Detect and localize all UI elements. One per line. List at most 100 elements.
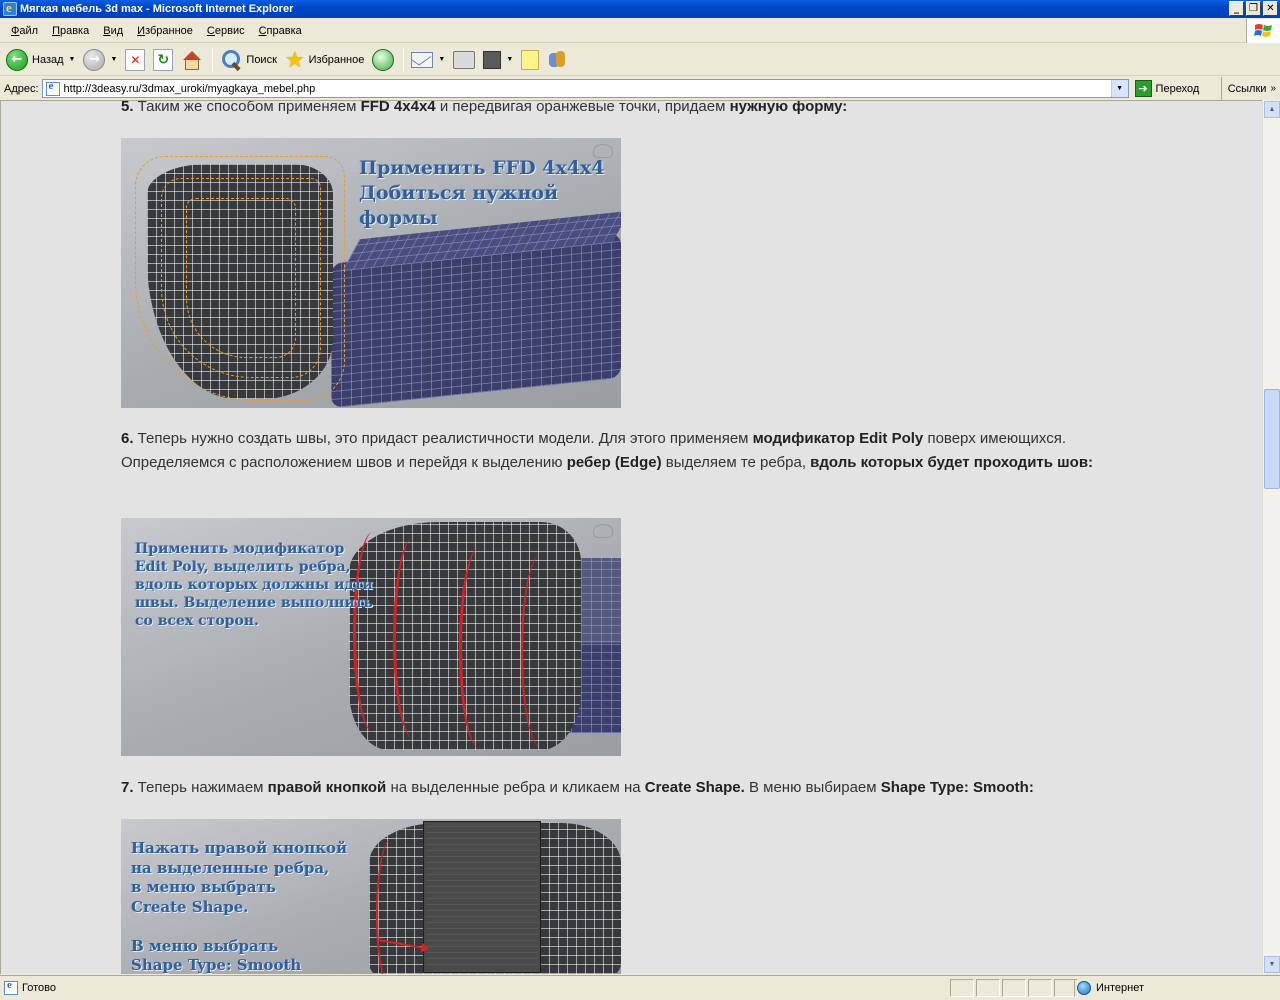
minimize-button[interactable]: _ [1229,1,1244,16]
seam-line [521,554,561,748]
messenger-button[interactable] [544,46,570,74]
address-bar: Адрес: http://3deasy.ru/3dmax_uroki/myag… [0,77,1280,100]
back-arrow-icon: ← [6,48,28,71]
go-label: Переход [1155,82,1200,95]
edit-button[interactable]: ▼ [480,46,516,74]
note-icon [521,49,540,70]
dropdown-arrow-icon[interactable]: ▼ [438,56,445,63]
home-button[interactable] [178,46,206,74]
menu-help[interactable]: Справка [252,25,309,37]
refresh-button[interactable]: ↻ [150,46,176,74]
messenger-icon [547,49,567,71]
dropdown-arrow-icon[interactable]: ▼ [110,56,117,63]
discuss-button[interactable] [518,46,542,74]
links-button[interactable]: Ссылки » [1220,77,1280,100]
mail-icon [411,51,434,68]
back-label: Назад [32,53,64,66]
close-button[interactable]: ✕ [1263,1,1278,16]
refresh-icon: ↻ [153,48,174,71]
dropdown-arrow-icon[interactable]: ▼ [69,56,76,63]
step5-text: 5. Таким же способом применяем FFD 4x4x4… [121,100,1131,119]
step7-number: 7. [121,779,134,796]
menu-favorites[interactable]: Избранное [130,25,200,37]
print-button[interactable] [450,46,478,74]
zone-label: Интернет [1096,982,1144,994]
vertical-scrollbar[interactable]: ▲ ▼ [1262,100,1280,974]
text-span: В меню выбираем [744,779,881,796]
mail-button[interactable]: ▼ [408,46,448,74]
text-span: выделяем те ребра, [661,454,811,471]
favorites-label: Избранное [308,53,365,66]
printer-icon [453,50,476,69]
step7-text: 7. Теперь нажимаем правой кнопкой на выд… [121,776,1131,800]
image-caption: Нажать правой кнопкой на выделенные ребр… [131,839,348,974]
status-panes [950,979,1080,997]
scroll-thumb[interactable] [1264,389,1280,489]
address-dropdown-icon[interactable]: ▼ [1110,80,1128,97]
toolbar-separator [403,47,405,72]
menu-view[interactable]: Вид [96,25,130,37]
context-menu[interactable] [423,821,541,973]
favorites-button[interactable]: ★ Избранное [282,46,367,74]
menu-edit[interactable]: Правка [45,25,96,37]
menu-file[interactable]: Файл [4,25,45,37]
menu-tools[interactable]: Сервис [200,25,252,37]
image-caption: Применить FFD 4x4x4 Добиться нужной форм… [359,157,605,229]
max-logo-icon [593,524,613,538]
status-bar: Готово Интернет [0,975,1280,1000]
url-text[interactable]: http://3deasy.ru/3dmax_uroki/myagkaya_me… [64,83,316,95]
go-button[interactable]: ➔ Переход [1134,80,1200,97]
status-pane [950,979,974,997]
text-span: Теперь нажимаем [133,779,268,796]
bold-span: FFD 4x4x4 [360,100,436,115]
home-icon [181,49,203,71]
standard-toolbar: ← Назад ▼ → ▼ ✕ ↻ Поиск ★ Избранное ▼ ▼ [0,44,1280,76]
text-span: Таким же способом применяем [133,100,361,115]
status-pane [976,979,1000,997]
status-pane [1028,979,1052,997]
bold-span: вдоль которых будет проходить шов: [810,454,1094,471]
seam-line [393,538,433,738]
media-button[interactable] [369,46,397,74]
go-arrow-icon: ➔ [1134,80,1152,97]
maximize-button[interactable]: ❐ [1246,1,1261,16]
star-icon: ★ [284,46,305,72]
page-icon [45,80,60,96]
ffd-lattice [186,198,296,358]
status-pane [1002,979,1026,997]
status-text: Готово [22,982,56,994]
menu-rows [426,824,538,970]
address-input[interactable]: http://3deasy.ru/3dmax_uroki/myagkaya_me… [41,79,1129,98]
text-span: и передвигая оранжевые точки, придаем [435,100,730,115]
search-button[interactable]: Поиск [217,46,279,74]
bold-span: ребер (Edge) [566,454,662,471]
ie-icon [3,0,17,16]
seam-line [459,548,499,748]
text-span: Теперь нужно создать швы, это придаст ре… [133,430,753,447]
forward-button[interactable]: → ▼ [80,46,120,74]
back-button[interactable]: ← Назад ▼ [3,46,78,74]
dropdown-arrow-icon[interactable]: ▼ [506,56,513,63]
bold-span: Create Shape. [644,779,745,796]
address-label: Адрес: [4,82,39,95]
forward-arrow-icon: → [83,48,106,71]
tutorial-image-ffd: Применить FFD 4x4x4 Добиться нужной форм… [121,138,621,408]
text-span: на выделенные ребра и кликаем на [386,779,645,796]
bold-span: Shape Type: Smooth: [880,779,1034,796]
search-icon [220,49,242,71]
tutorial-image-create-shape: Нажать правой кнопкой на выделенные ребр… [121,819,621,974]
window-title: Мягкая мебель 3d max - Microsoft Interne… [20,3,294,15]
step6-number: 6. [121,430,134,447]
scroll-down-icon[interactable]: ▼ [1264,956,1280,973]
scroll-up-icon[interactable]: ▲ [1264,101,1280,118]
bold-span: нужную форму: [729,100,848,115]
bold-span: правой кнопкой [267,779,387,796]
security-zone: Интернет [1074,979,1274,997]
edit-icon [483,50,502,69]
toolbar-separator [212,47,214,72]
step6-text: 6. Теперь нужно создать швы, это придаст… [121,427,1131,475]
step5-number: 5. [121,100,134,115]
stop-button[interactable]: ✕ [122,46,148,74]
media-icon [372,48,395,71]
search-label: Поиск [246,53,277,66]
